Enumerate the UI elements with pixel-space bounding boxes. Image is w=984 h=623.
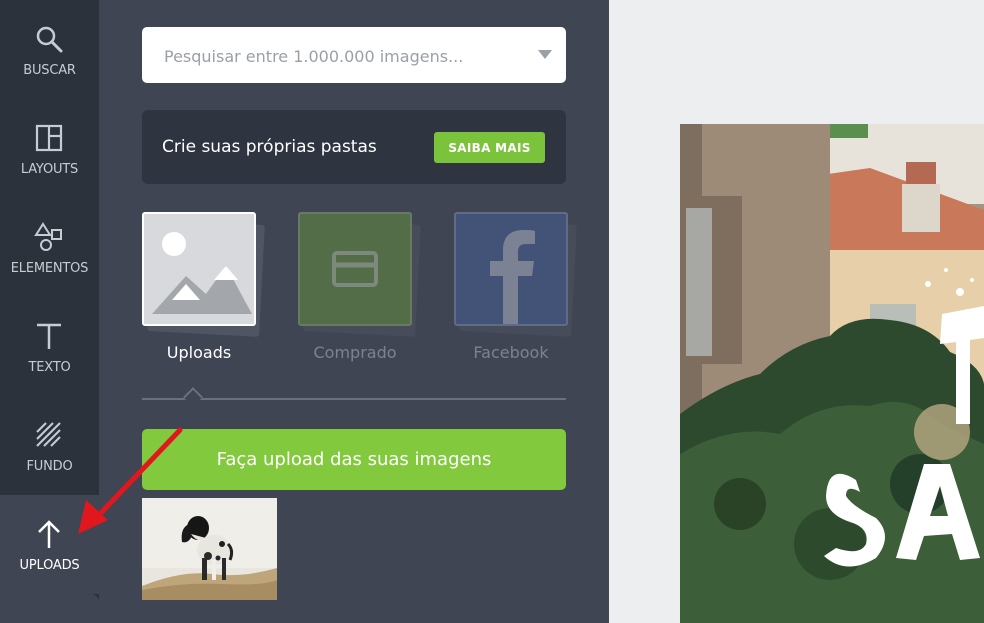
sidebar-item-buscar[interactable]: BUSCAR [0,0,99,99]
design-canvas-area [609,0,984,623]
source-label: Comprado [313,343,397,362]
credit-card-icon [332,251,378,287]
sidebar-scroll-stub [0,594,99,623]
sidebar-item-label: BUSCAR [23,63,76,78]
facebook-icon [490,230,535,324]
search-box [142,27,566,83]
text-icon [37,323,61,349]
sidebar-item-label: LAYOUTS [20,162,79,177]
design-page[interactable] [680,124,984,623]
upload-images-button[interactable]: Faça upload das suas imagens [142,429,566,490]
design-background-photo [680,124,984,623]
sidebar-item-label: TEXTO [28,360,71,375]
active-tab-indicator [183,387,203,407]
sidebar-item-label: FUNDO [26,459,73,474]
sidebar-nav: BUSCAR LAYOUTS ELEMENTOS TEXTO FUNDO UPL… [0,0,99,623]
sidebar-item-fundo[interactable]: FUNDO [0,396,99,495]
background-icon [36,422,61,447]
sidebar-item-elementos[interactable]: ELEMENTOS [0,198,99,297]
folders-promo: Crie suas próprias pastas SAIBA MAIS [142,110,566,184]
sidebar-item-label: UPLOADS [19,558,80,573]
uploaded-image-thumbnail[interactable] [142,498,277,600]
purchased-tile [298,212,412,326]
elements-icon [34,222,62,251]
sidebar-item-uploads[interactable]: UPLOADS [0,495,99,594]
source-tab-uploads[interactable]: Uploads [142,212,265,372]
uploads-panel: Crie suas próprias pastas SAIBA MAIS Upl… [99,0,609,623]
source-tab-comprado[interactable]: Comprado [298,212,421,372]
image-placeholder-icon [152,232,252,314]
promo-text: Crie suas próprias pastas [162,137,377,157]
sidebar-item-label: ELEMENTOS [10,261,89,276]
uploads-tile [142,212,256,326]
source-label: Facebook [473,343,549,362]
search-icon [36,26,63,53]
upload-arrow-icon [38,520,60,548]
tabs-divider [142,398,566,400]
source-label: Uploads [166,343,232,362]
source-tab-facebook[interactable]: Facebook [454,212,577,372]
sidebar-item-layouts[interactable]: LAYOUTS [0,99,99,198]
learn-more-button[interactable]: SAIBA MAIS [434,132,545,163]
layouts-icon [35,124,63,152]
search-input[interactable] [162,41,526,71]
facebook-tile [454,212,568,326]
sidebar-item-texto[interactable]: TEXTO [0,297,99,396]
chevron-down-icon[interactable] [538,50,552,59]
